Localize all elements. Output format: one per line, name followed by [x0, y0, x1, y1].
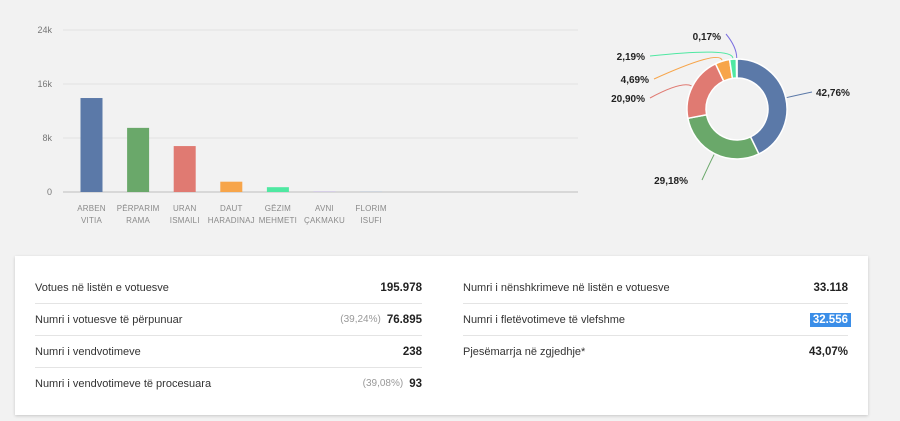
y-tick-label: 0: [47, 187, 52, 197]
stat-label: Numri i fletëvotimeve të vlefshme: [463, 313, 625, 326]
leader-line: [649, 84, 692, 99]
x-category-label: GËZIM: [265, 204, 291, 213]
stat-label: Numri i vendvotimeve të procesuara: [35, 377, 212, 390]
slice-percent-label: 20,90%: [611, 94, 645, 105]
x-category-label: DAUT: [220, 204, 243, 213]
x-category-label: URAN: [173, 204, 196, 213]
stat-row-processed-voters: Numri i votuesve të përpunuar (39,24%) 76…: [35, 304, 422, 336]
stat-label: Numri i votuesve të përpunuar: [35, 313, 183, 326]
slice-percent-label: 4,69%: [621, 75, 649, 86]
bar[interactable]: [220, 181, 243, 192]
x-category-label: FLORIM: [355, 204, 387, 213]
stat-value: 33.118: [813, 281, 848, 294]
stat-label: Numri i vendvotimeve: [35, 345, 141, 358]
x-category-label: HARADINAJ: [208, 216, 255, 225]
x-category-label: ISUFI: [360, 216, 381, 225]
stat-value: 93: [409, 377, 422, 390]
leader-line: [701, 154, 715, 181]
stat-value: 238: [402, 345, 422, 358]
stat-label: Votues në listën e votuesve: [35, 281, 169, 294]
stat-value: 195.978: [380, 281, 422, 294]
stats-right-column: Numri i nënshkrimeve në listën e votuesv…: [463, 272, 851, 367]
donut-chart: 42,76% 29,18% 20,90% 4,69% 2,19% 0,17%: [611, 32, 850, 187]
stat-label: Numri i nënshkrimeve në listën e votuesv…: [463, 281, 670, 294]
x-category-label: RAMA: [126, 216, 150, 225]
stat-row-registered-voters: Votues në listën e votuesve 195.978: [35, 272, 422, 304]
x-category-label: VITIA: [81, 216, 102, 225]
stat-label: Pjesëmarrja në zgjedhje*: [463, 345, 586, 358]
x-category-label: ISMAILI: [170, 216, 200, 225]
donut-slice[interactable]: [735, 58, 738, 79]
slice-percent-label: 29,18%: [654, 176, 688, 187]
stat-value-selected[interactable]: 32.556: [809, 312, 851, 327]
x-category-label: MEHMETI: [259, 216, 297, 225]
stat-row-processed-stations: Numri i vendvotimeve të procesuara (39,0…: [35, 368, 422, 399]
leader-line: [649, 51, 734, 59]
stat-value: 43,07%: [808, 345, 848, 358]
stats-card: Votues në listën e votuesve 195.978 Numr…: [15, 256, 868, 415]
x-category-label: ARBEN: [77, 204, 106, 213]
slice-percent-label: 2,19%: [617, 52, 645, 63]
y-tick-label: 8k: [42, 133, 52, 143]
stats-left-column: Votues në listën e votuesve 195.978 Numr…: [35, 272, 422, 399]
stat-percent: (39,24%): [340, 314, 381, 325]
y-tick-label: 24k: [37, 25, 52, 35]
slice-percent-label: 0,17%: [693, 32, 721, 43]
leader-line: [786, 91, 813, 99]
bar[interactable]: [266, 187, 289, 192]
bar[interactable]: [127, 127, 150, 192]
stat-row-polling-stations: Numri i vendvotimeve 238: [35, 336, 422, 368]
bar[interactable]: [80, 98, 103, 192]
y-tick-label: 16k: [37, 79, 52, 89]
stat-percent: (39,08%): [362, 378, 404, 389]
x-category-label: ÇAKMAKU: [304, 216, 345, 225]
bar-chart: 0 8k 16k 24k ARBEN VITIA PËRPARIM RAMA URAN ISMAI…: [37, 25, 578, 225]
stat-row-valid-ballots: Numri i fletëvotimeve të vlefshme 32.556: [463, 304, 851, 336]
donut-slice[interactable]: [686, 62, 725, 120]
stat-value: 76.895: [386, 313, 422, 326]
donut-slice[interactable]: [686, 113, 760, 160]
bar[interactable]: [173, 146, 196, 192]
stat-row-signatures: Numri i nënshkrimeve në listën e votuesv…: [463, 272, 848, 304]
x-category-label: PËRPARIM: [117, 204, 160, 213]
stat-row-turnout: Pjesëmarrja në zgjedhje* 43,07%: [463, 336, 848, 367]
x-category-label: AVNI: [315, 204, 334, 213]
slice-percent-label: 42,76%: [816, 88, 850, 99]
